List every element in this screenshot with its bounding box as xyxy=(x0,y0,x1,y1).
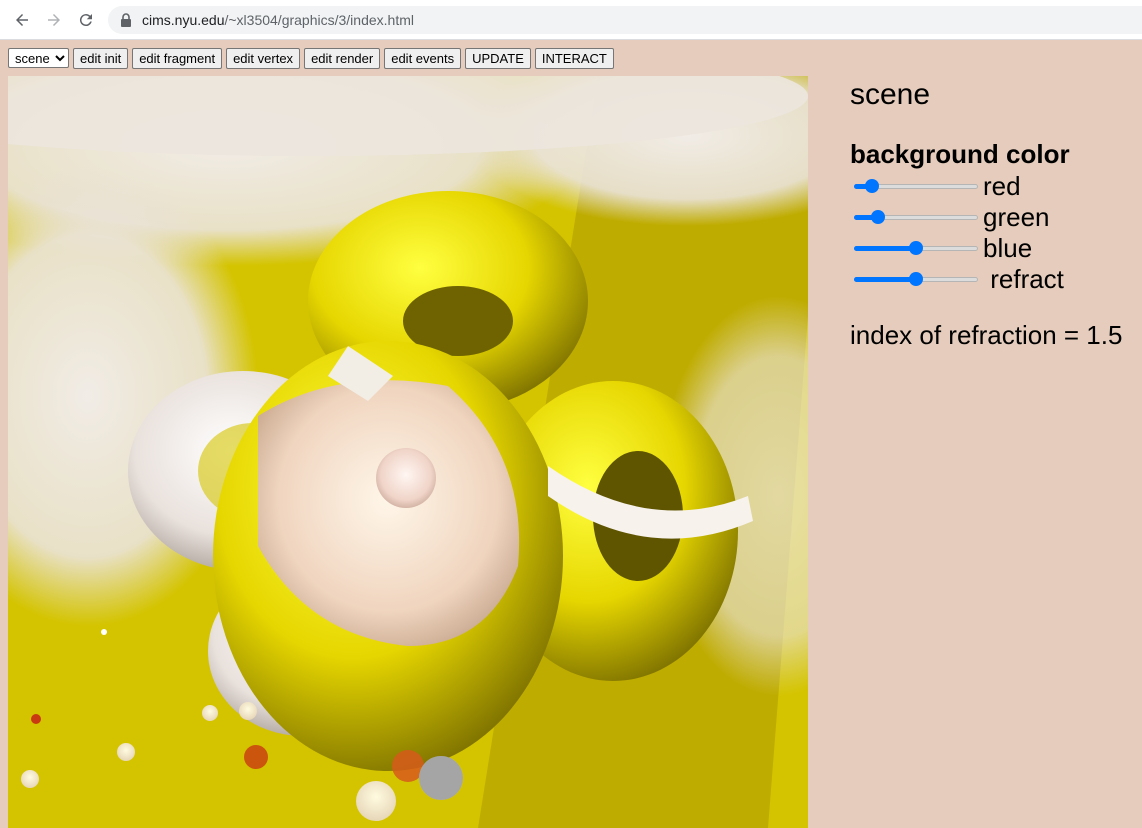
render-canvas[interactable] xyxy=(8,76,808,828)
edit-init-button[interactable]: edit init xyxy=(73,48,129,69)
edit-vertex-button[interactable]: edit vertex xyxy=(226,48,301,69)
green-slider-label: green xyxy=(983,202,1050,232)
edit-events-button[interactable]: edit events xyxy=(384,48,462,69)
refract-slider-label: refract xyxy=(983,264,1064,294)
url-path: /~xl3504/graphics/3/index.html xyxy=(224,12,414,28)
blue-slider-label: blue xyxy=(983,233,1033,263)
refract-slider-row: refract xyxy=(850,264,1142,295)
green-slider-thumb[interactable] xyxy=(870,210,885,224)
green-slider-row: green xyxy=(850,202,1142,233)
blue-slider-row: blue xyxy=(850,233,1142,264)
forward-arrow-icon[interactable] xyxy=(42,8,66,32)
scene-render xyxy=(8,76,808,828)
refract-slider-fill xyxy=(854,277,916,282)
refract-slider-thumb[interactable] xyxy=(909,272,923,286)
blue-slider-fill xyxy=(854,246,916,251)
update-button[interactable]: UPDATE xyxy=(465,48,531,69)
address-bar[interactable]: cims.nyu.edu/~xl3504/graphics/3/index.ht… xyxy=(108,6,1142,34)
back-arrow-icon[interactable] xyxy=(10,8,34,32)
background-color-heading: background color xyxy=(850,139,1070,169)
interact-button[interactable]: INTERACT xyxy=(534,48,614,69)
scene-select[interactable]: scene xyxy=(8,48,69,68)
red-slider-label: red xyxy=(983,171,1021,201)
toolbar: scene edit init edit fragment edit verte… xyxy=(8,48,614,70)
red-slider-thumb[interactable] xyxy=(865,179,879,193)
refraction-index-readout: index of refraction = 1.5 xyxy=(850,320,1123,350)
url-host: cims.nyu.edu xyxy=(142,12,225,28)
url-text: cims.nyu.edu/~xl3504/graphics/3/index.ht… xyxy=(142,12,414,28)
blue-slider-thumb[interactable] xyxy=(909,241,923,255)
red-slider-row: red xyxy=(850,171,1142,202)
browser-chrome: cims.nyu.edu/~xl3504/graphics/3/index.ht… xyxy=(0,0,1142,40)
lock-icon xyxy=(121,13,131,27)
edit-fragment-button[interactable]: edit fragment xyxy=(132,48,223,69)
panel-title: scene xyxy=(850,78,931,111)
edit-render-button[interactable]: edit render xyxy=(304,48,381,69)
reload-icon[interactable] xyxy=(74,8,98,32)
